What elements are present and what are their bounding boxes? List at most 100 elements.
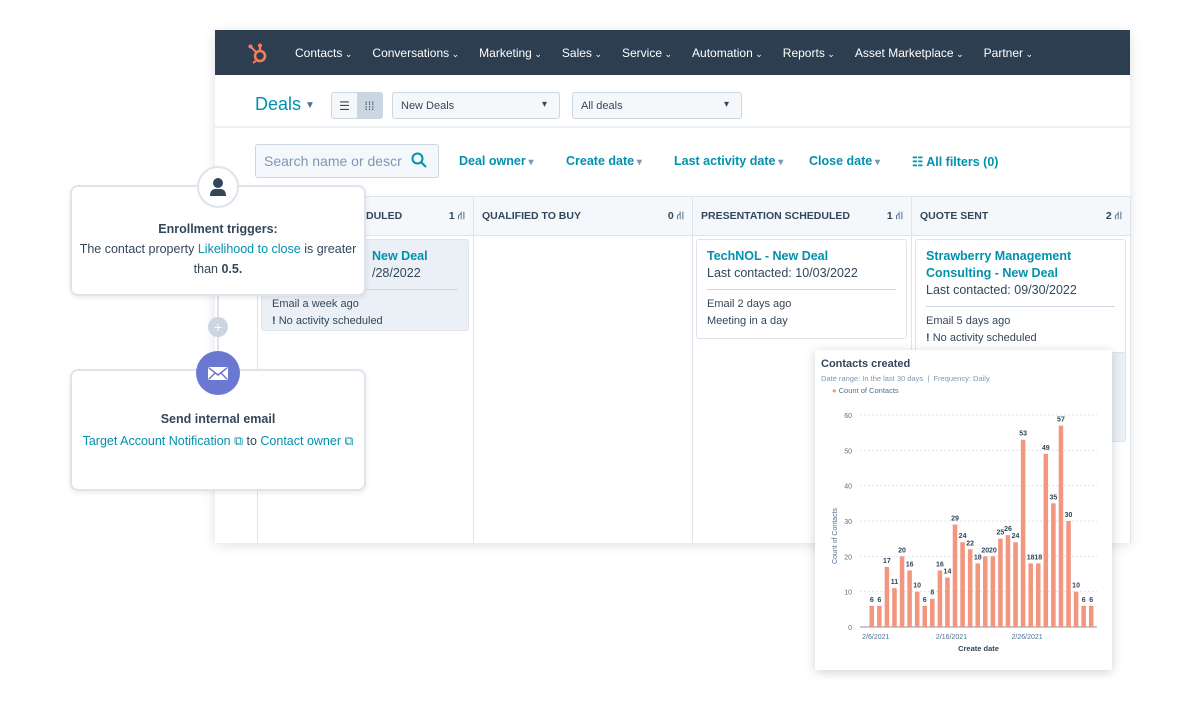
external-link-icon[interactable]: ⧉ [231, 434, 247, 448]
column-name: QUOTE SENT [920, 210, 989, 222]
bar [930, 598, 935, 627]
deal-title[interactable]: New Deal [372, 248, 458, 265]
list-view-icon[interactable]: ☰ [332, 93, 357, 118]
action-text: to [246, 434, 257, 448]
email-link[interactable]: Target Account Notification [83, 434, 231, 448]
data-label: 10 [913, 583, 921, 590]
nav-item[interactable]: Service [622, 46, 672, 60]
nav-item[interactable]: Marketing [479, 46, 542, 60]
create-date-filter[interactable]: Create date [566, 154, 642, 168]
alert-icon: ! [272, 315, 279, 327]
nav-item[interactable]: Automation [692, 46, 763, 60]
nav-item[interactable]: Reports [783, 46, 835, 60]
nav-item[interactable]: Conversations [372, 46, 459, 60]
nav-item[interactable]: Contacts [295, 46, 352, 60]
bar [1073, 591, 1079, 627]
pipeline-select[interactable]: New Deals [392, 92, 560, 119]
activity-email: Email 5 days ago [926, 315, 1011, 327]
add-step-icon[interactable]: + [208, 317, 228, 337]
data-label: 24 [1012, 533, 1020, 540]
property-link[interactable]: Likelihood to close [198, 242, 301, 256]
nav-item[interactable]: Asset Marketplace [855, 46, 964, 60]
caret-down-icon[interactable]: ▼ [305, 100, 315, 111]
data-label: 24 [959, 533, 967, 540]
bar [1028, 563, 1033, 627]
external-link-icon[interactable]: ⧉ [341, 434, 353, 448]
deal-card[interactable]: Strawberry Management Consulting - New D… [915, 239, 1126, 356]
data-label: 30 [1065, 512, 1073, 519]
bar [1013, 542, 1018, 627]
deal-card[interactable]: TechNOL - New Deal Last contacted: 10/03/… [696, 239, 907, 339]
data-label: 10 [1072, 583, 1080, 590]
bar [1051, 503, 1056, 627]
bar [922, 605, 928, 627]
data-label: 18 [974, 554, 982, 561]
data-label: 17 [883, 558, 891, 565]
bar [1005, 535, 1011, 627]
data-label: 53 [1019, 431, 1027, 438]
deal-title[interactable]: Strawberry Management Consulting - New D… [926, 248, 1115, 282]
page-title[interactable]: Deals [255, 94, 301, 115]
contacts-chart-card: Contacts created Date range: In the last… [815, 350, 1112, 670]
y-tick-label: 40 [844, 484, 852, 491]
y-axis-label: Count of Contacts [832, 507, 839, 564]
last-activity-filter[interactable]: Last activity date [674, 154, 783, 168]
data-label: 16 [936, 561, 944, 568]
bar [869, 605, 875, 627]
bar [884, 566, 890, 627]
deal-title[interactable]: TechNOL - New Deal [707, 248, 896, 265]
bar [899, 556, 905, 627]
bar [1020, 439, 1026, 627]
bar [1081, 605, 1086, 627]
data-label: 16 [906, 561, 914, 568]
activity-email: Email a week ago [272, 298, 359, 310]
divider [215, 126, 1130, 128]
column-count: 1 ⛙ [886, 210, 903, 222]
data-label: 22 [966, 540, 974, 547]
all-filters-label: All filters (0) [926, 155, 999, 169]
action-title: Send internal email [160, 412, 276, 426]
y-tick-label: 20 [844, 554, 852, 561]
bar [877, 605, 882, 627]
column-count: 1 ⛙ [448, 210, 465, 222]
hierarchy-icon: ⛙ [457, 210, 465, 222]
column-count: 2 ⛙ [1105, 210, 1122, 222]
y-tick-label: 30 [844, 519, 852, 526]
y-tick-label: 60 [844, 413, 852, 420]
bar [990, 556, 996, 627]
data-label: 11 [891, 579, 899, 586]
activity-status: ! No activity scheduled [926, 332, 1037, 344]
data-label: 26 [1004, 526, 1012, 533]
view-toggle[interactable]: ☰ ⁞⁞⁞ [331, 92, 383, 119]
data-label: 6 [870, 597, 874, 604]
bar [975, 563, 980, 627]
data-label: 20 [898, 547, 906, 554]
y-tick-label: 50 [844, 448, 852, 455]
bar [937, 570, 943, 627]
x-tick-label: 2/26/2021 [1012, 634, 1043, 641]
view-select[interactable]: All deals [572, 92, 742, 119]
close-date-filter[interactable]: Close date [809, 154, 880, 168]
hubspot-logo[interactable] [247, 42, 269, 64]
nav-item[interactable]: Partner [984, 46, 1033, 60]
bar [1058, 425, 1064, 627]
bar [945, 577, 950, 627]
activity-status: Meeting in a day [707, 315, 788, 327]
all-filters-button[interactable]: ☷ All filters (0) [912, 154, 998, 169]
column-header: PRESENTATION SCHEDULED 1 ⛙ [693, 196, 911, 236]
top-nav: Contacts Conversations Marketing Sales Servi… [215, 30, 1130, 75]
data-label: 8 [930, 590, 934, 597]
board-view-icon[interactable]: ⁞⁞⁞ [357, 93, 382, 118]
data-label: 49 [1042, 445, 1050, 452]
owner-link[interactable]: Contact owner [260, 434, 341, 448]
deal-owner-filter[interactable]: Deal owner [459, 154, 534, 168]
bar [960, 542, 965, 627]
board-column: QUALIFIED TO BUY 0 ⛙ [474, 196, 693, 543]
nav-item[interactable]: Sales [562, 46, 602, 60]
x-tick-label: 2/16/2021 [936, 634, 967, 641]
bar [983, 556, 988, 627]
search-icon[interactable] [411, 152, 427, 173]
data-label: 6 [1089, 597, 1093, 604]
data-label: 29 [951, 516, 959, 523]
data-label: 18 [1034, 554, 1042, 561]
